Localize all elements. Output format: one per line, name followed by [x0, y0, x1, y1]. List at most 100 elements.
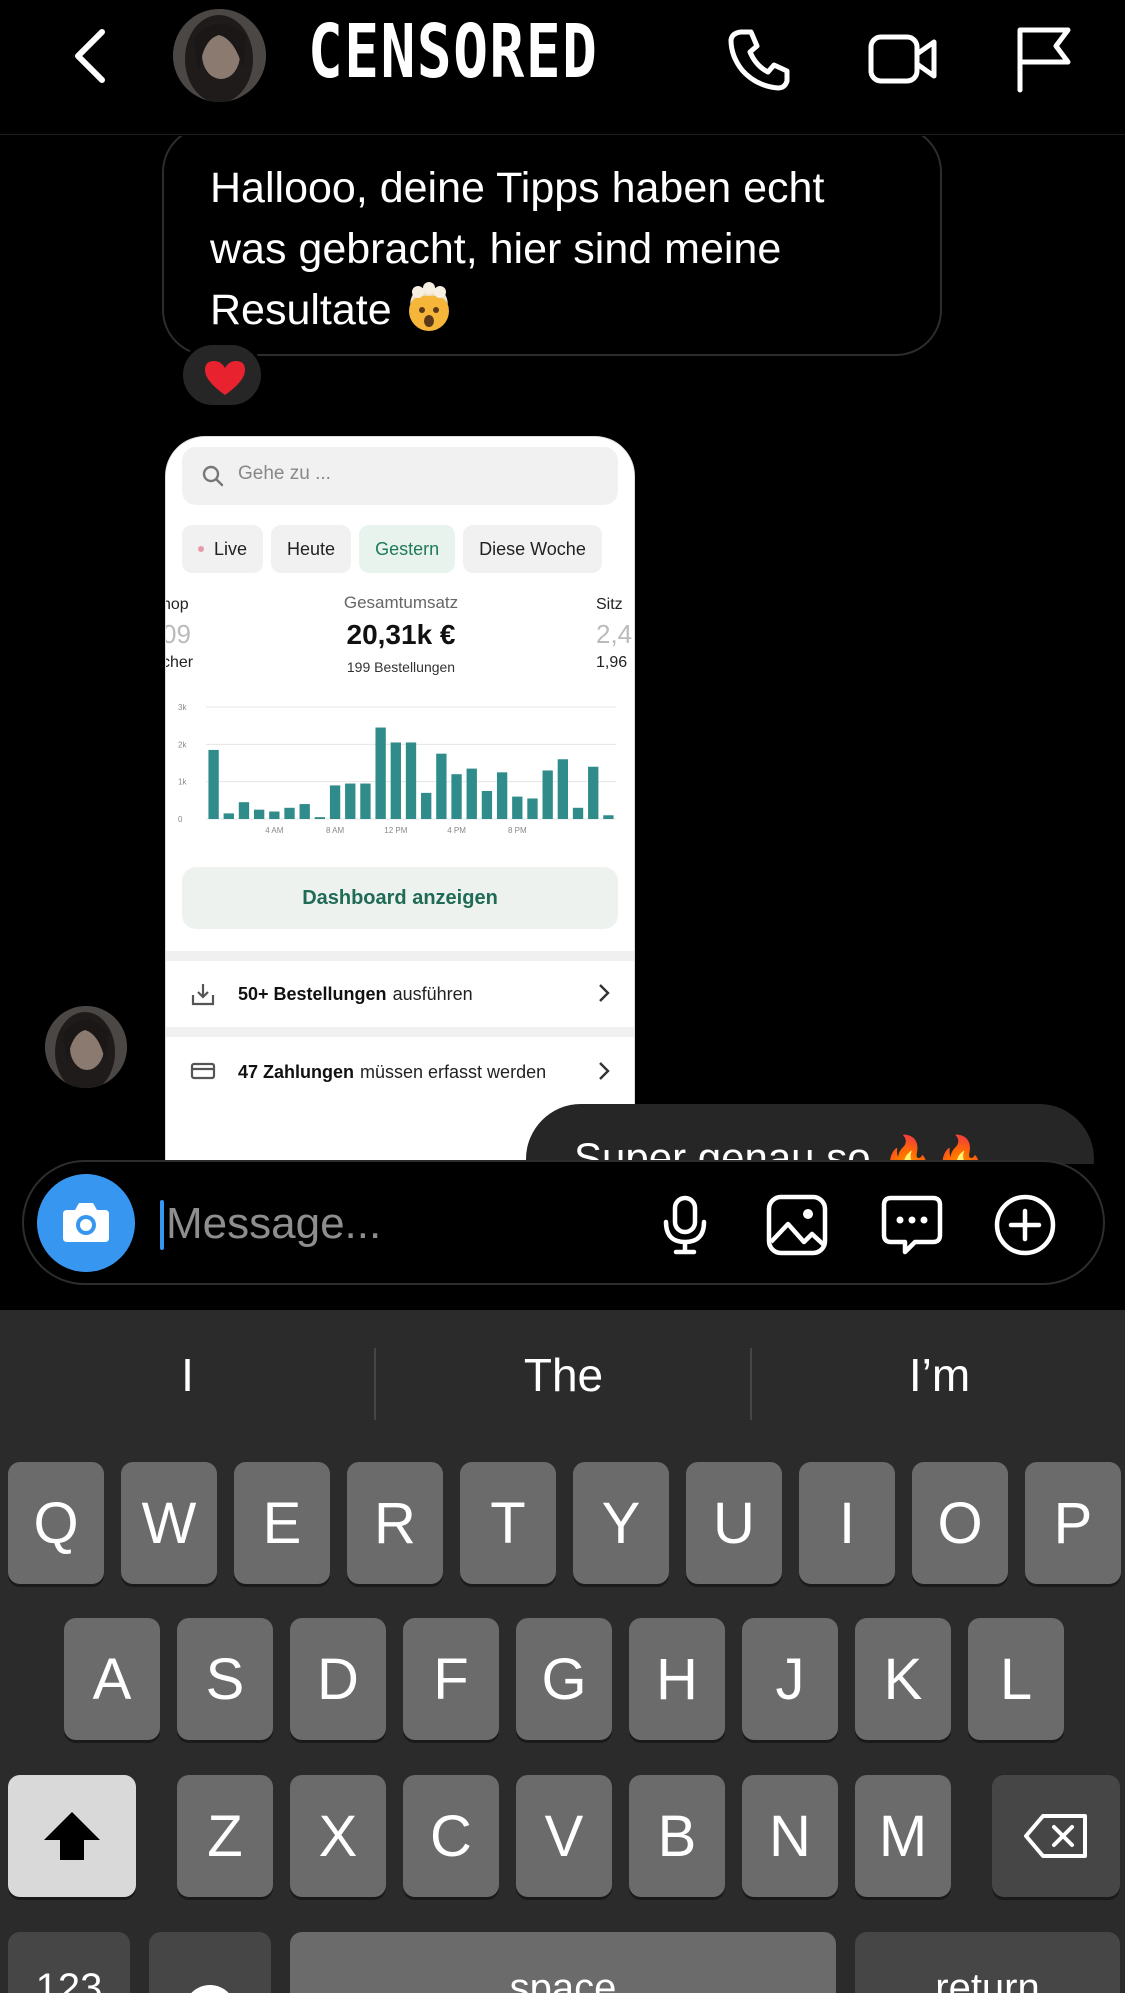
row-divider [166, 1027, 634, 1037]
chevron-left-icon [75, 29, 105, 83]
shift-arrow-icon [44, 1812, 100, 1860]
key-y[interactable]: Y [573, 1462, 669, 1584]
heart-reaction[interactable] [180, 342, 264, 408]
chart-bar [466, 768, 477, 819]
chart-bar [572, 807, 584, 819]
chart-bar [329, 785, 341, 819]
sales-kpi: Gesamtumsatz 20,31k € 199 Bestellungen [166, 593, 634, 675]
suggestion-1[interactable]: I [0, 1348, 375, 1402]
back-button[interactable] [62, 26, 122, 86]
key-g[interactable]: G [516, 1618, 612, 1740]
tab-gestern: Gestern [359, 525, 456, 573]
incoming-message-body: Hallooo, deine Tipps haben echt was gebr… [210, 164, 825, 334]
key-p[interactable]: P [1025, 1462, 1121, 1584]
outgoing-message-bubble[interactable]: Super genau so 🔥🔥 [526, 1104, 1094, 1164]
backspace-icon [1024, 1814, 1087, 1858]
x-tick-label: 12 PM [384, 826, 407, 835]
exploding-head-emoji [408, 282, 449, 331]
key-e[interactable]: E [234, 1462, 330, 1584]
emoji-key[interactable] [149, 1932, 271, 1993]
key-o[interactable]: O [912, 1462, 1008, 1584]
chart-bar [496, 772, 508, 819]
video-camera-icon[interactable] [866, 22, 940, 96]
microphone-icon[interactable] [652, 1192, 718, 1258]
y-tick-label: 0 [178, 815, 183, 824]
camera-button[interactable] [37, 1174, 135, 1272]
phone-icon[interactable] [723, 22, 797, 96]
chart-bar [208, 749, 219, 819]
chat-header: CENSORED [0, 0, 1125, 135]
key-i[interactable]: I [799, 1462, 895, 1584]
kpi-label: Gesamtumsatz [343, 593, 459, 612]
incoming-message-text: Hallooo, deine Tipps haben echt was gebr… [210, 158, 910, 341]
live-dot-icon [198, 546, 204, 552]
incoming-message-bubble[interactable]: Hallooo, deine Tipps haben echt was gebr… [162, 136, 942, 356]
chart-bar [284, 807, 295, 819]
key-l[interactable]: L [968, 1618, 1064, 1740]
shared-screenshot[interactable]: Gehe zu ... Live Heute Gestern Diese Woc… [165, 436, 635, 1164]
x-tick-label: 4 AM [265, 826, 284, 835]
key-d[interactable]: D [290, 1618, 386, 1740]
tab-heute-label: Heute [287, 538, 336, 559]
x-tick-label: 8 AM [326, 826, 345, 835]
key-h[interactable]: H [629, 1618, 725, 1740]
key-r[interactable]: R [347, 1462, 443, 1584]
flag-icon[interactable] [1008, 22, 1082, 96]
return-key[interactable]: return [855, 1932, 1120, 1993]
chart-bar [405, 742, 417, 819]
chevron-right-icon [599, 984, 610, 1002]
chart-bar [253, 809, 265, 819]
key-q[interactable]: Q [8, 1462, 104, 1584]
message-thread[interactable]: Hallooo, deine Tipps haben echt was gebr… [0, 136, 1125, 1164]
sender-avatar[interactable] [45, 1006, 127, 1088]
emoji-icon [191, 1985, 229, 1993]
key-b[interactable]: B [629, 1775, 725, 1897]
avatar-photo [173, 9, 266, 102]
plus-circle-icon[interactable] [992, 1192, 1058, 1258]
chart-bar [390, 742, 401, 819]
red-heart-emoji [205, 361, 245, 395]
key-j[interactable]: J [742, 1618, 838, 1740]
text-cursor [160, 1200, 164, 1250]
key-f[interactable]: F [403, 1618, 499, 1740]
key-z[interactable]: Z [177, 1775, 273, 1897]
key-t[interactable]: T [460, 1462, 556, 1584]
chart-bar [269, 811, 280, 819]
key-u[interactable]: U [686, 1462, 782, 1584]
avatar-photo [45, 1006, 127, 1088]
key-k[interactable]: K [855, 1618, 951, 1740]
screenshot-tabs: Live Heute Gestern Diese Woche [182, 525, 602, 573]
key-n[interactable]: N [742, 1775, 838, 1897]
chat-bubble-icon[interactable] [879, 1192, 945, 1258]
screenshot-search-bar: Gehe zu ... [182, 447, 618, 505]
delete-key[interactable] [992, 1775, 1120, 1897]
key-x[interactable]: X [290, 1775, 386, 1897]
suggestion-2[interactable]: The [376, 1348, 751, 1402]
search-icon [202, 465, 224, 487]
shift-key[interactable] [8, 1775, 136, 1897]
y-tick-label: 3k [178, 703, 187, 712]
contact-name[interactable]: CENSORED [308, 2, 598, 102]
orders-row-count: 50+ Bestellungen [238, 983, 387, 1004]
key-c[interactable]: C [403, 1775, 499, 1897]
image-icon[interactable] [764, 1192, 830, 1258]
contact-avatar[interactable] [173, 9, 266, 102]
key-s[interactable]: S [177, 1618, 273, 1740]
chart-bar [512, 796, 523, 819]
numbers-key[interactable]: 123 [8, 1932, 130, 1993]
tab-diese-woche-label: Diese Woche [479, 538, 586, 559]
screenshot-search-placeholder: Gehe zu ... [238, 463, 331, 484]
space-key[interactable]: space [290, 1932, 836, 1993]
payments-row: 47 Zahlungen müssen erfasst werden [166, 1041, 634, 1103]
chart-bar [299, 804, 310, 819]
tab-gestern-label: Gestern [375, 538, 440, 559]
message-composer [22, 1160, 1105, 1285]
suggestion-3[interactable]: I’m [752, 1348, 1125, 1402]
message-input[interactable] [166, 1192, 526, 1256]
chart-bar [588, 766, 599, 819]
key-m[interactable]: M [855, 1775, 951, 1897]
key-v[interactable]: V [516, 1775, 612, 1897]
key-w[interactable]: W [121, 1462, 217, 1584]
key-a[interactable]: A [64, 1618, 160, 1740]
camera-icon [63, 1203, 109, 1242]
